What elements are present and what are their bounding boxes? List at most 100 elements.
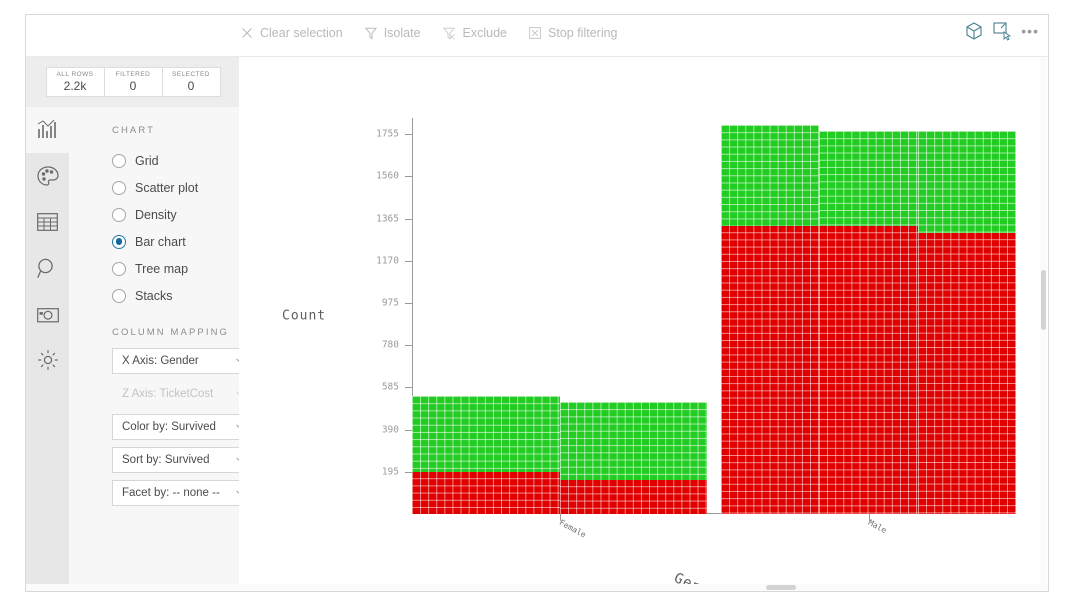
bar-segment-not-survived[interactable] bbox=[559, 480, 707, 514]
y-axis-tick bbox=[405, 471, 412, 473]
clear-selection-button[interactable]: Clear selection bbox=[241, 26, 343, 40]
rail-item-camera[interactable] bbox=[26, 291, 69, 337]
chart-option-stacks-label: Stacks bbox=[135, 288, 173, 303]
dropdown-facet-by-label: Facet by: -- none -- bbox=[122, 487, 220, 499]
bar-segment-survived[interactable] bbox=[559, 401, 707, 481]
rail-item-table[interactable] bbox=[26, 199, 69, 245]
bar-segment-group[interactable] bbox=[819, 131, 918, 514]
export-snapshot-icon[interactable] bbox=[993, 21, 1013, 45]
chart-icon bbox=[37, 120, 59, 140]
panel-body: CHART Grid Scatter plot Density Bar char… bbox=[69, 107, 253, 591]
stop-filter-icon bbox=[529, 27, 541, 39]
dropdown-facet-by[interactable]: Facet by: -- none -- bbox=[112, 480, 253, 506]
y-axis-tick bbox=[405, 260, 412, 262]
stat-selected-value: 0 bbox=[187, 79, 195, 93]
bar-segment-group[interactable] bbox=[721, 124, 820, 514]
radio-density[interactable] bbox=[112, 207, 126, 222]
chart-area: Count Gender 195 390 585 780 975 1170 1365 1560… bbox=[239, 57, 1048, 591]
chart-option-stacks[interactable]: Stacks bbox=[69, 282, 239, 309]
stat-filtered: FILTERED 0 bbox=[103, 67, 163, 97]
chart-option-tree-map-label: Tree map bbox=[135, 261, 189, 276]
bar-segment-survived[interactable] bbox=[819, 131, 918, 227]
y-axis-tick-label: 975 bbox=[381, 297, 399, 309]
column-mapping-heading: COLUMN MAPPING bbox=[112, 327, 230, 338]
chart-option-bar-chart-label: Bar chart bbox=[135, 234, 186, 249]
dropdown-z-axis: Z Axis: TicketCost bbox=[112, 381, 253, 407]
y-axis-tick bbox=[405, 429, 412, 431]
radio-grid[interactable] bbox=[112, 153, 126, 168]
chart-option-grid[interactable]: Grid bbox=[69, 147, 239, 174]
radio-tree-map[interactable] bbox=[112, 261, 126, 276]
horizontal-scrollbar-thumb[interactable] bbox=[766, 585, 796, 590]
bar-segment-not-survived[interactable] bbox=[721, 226, 820, 514]
y-axis-tick-label: 1170 bbox=[376, 255, 399, 267]
y-axis-tick-label: 390 bbox=[381, 424, 399, 436]
y-axis-tick-label: 1365 bbox=[376, 213, 399, 225]
isolate-label: Isolate bbox=[383, 26, 421, 40]
vertical-scrollbar-thumb[interactable] bbox=[1041, 270, 1046, 330]
exclude-button[interactable]: Exclude bbox=[442, 26, 508, 40]
y-axis-tick-label: 1560 bbox=[376, 170, 399, 182]
bar-segment-group[interactable] bbox=[917, 131, 1016, 514]
chart-option-tree-map[interactable]: Tree map bbox=[69, 255, 239, 282]
dropdown-color-by[interactable]: Color by: Survived bbox=[112, 414, 253, 440]
chart-option-grid-label: Grid bbox=[135, 153, 159, 168]
funnel-icon bbox=[364, 27, 377, 40]
y-axis-tick bbox=[405, 345, 412, 347]
bar-segment-group[interactable] bbox=[412, 396, 560, 514]
palette-icon bbox=[36, 165, 59, 187]
stat-filtered-label: FILTERED bbox=[115, 71, 151, 78]
rail-item-palette[interactable] bbox=[26, 153, 69, 199]
bar-segment-group[interactable] bbox=[559, 401, 707, 514]
bar-segment-survived[interactable] bbox=[412, 396, 560, 472]
dropdown-x-axis-label: X Axis: Gender bbox=[122, 355, 199, 367]
y-axis-title: Count bbox=[282, 308, 327, 324]
rail-item-chart[interactable] bbox=[26, 107, 69, 153]
x-axis-tick-label: Female bbox=[557, 518, 588, 540]
bar-segment-not-survived[interactable] bbox=[412, 471, 560, 514]
x-axis-tick-label: Male bbox=[866, 518, 888, 535]
bar-segment-survived[interactable] bbox=[917, 131, 1016, 233]
radio-scatter-plot[interactable] bbox=[112, 180, 126, 195]
rail-item-search[interactable] bbox=[26, 245, 69, 291]
y-axis-tick-label: 585 bbox=[381, 381, 399, 393]
isolate-button[interactable]: Isolate bbox=[364, 26, 421, 40]
radio-stacks[interactable] bbox=[112, 288, 126, 303]
close-x-icon bbox=[241, 27, 253, 39]
rail-item-settings[interactable] bbox=[26, 337, 69, 383]
bar-chart-plot[interactable]: Count Gender 195 390 585 780 975 1170 1365 1560… bbox=[282, 118, 1016, 591]
toolbar-right-group: ••• bbox=[965, 21, 1039, 45]
chart-option-bar-chart[interactable]: Bar chart bbox=[69, 228, 239, 255]
clear-selection-label: Clear selection bbox=[260, 26, 343, 40]
dropdown-sort-by-label: Sort by: Survived bbox=[122, 454, 210, 466]
radio-bar-chart[interactable] bbox=[112, 234, 126, 249]
dropdown-color-by-label: Color by: Survived bbox=[122, 421, 216, 433]
stat-selected: SELECTED 0 bbox=[161, 67, 221, 97]
chart-option-density-label: Density bbox=[135, 207, 177, 222]
horizontal-scrollbar[interactable] bbox=[26, 584, 1048, 591]
y-axis-tick-label: 195 bbox=[381, 466, 399, 478]
chart-option-scatter-plot[interactable]: Scatter plot bbox=[69, 174, 239, 201]
dropdown-x-axis[interactable]: X Axis: Gender bbox=[112, 348, 253, 374]
search-icon bbox=[37, 258, 58, 279]
y-axis-tick bbox=[405, 387, 412, 389]
bar-segment-not-survived[interactable] bbox=[819, 226, 918, 514]
bar-segment-not-survived[interactable] bbox=[917, 232, 1016, 514]
stop-filtering-label: Stop filtering bbox=[548, 26, 618, 40]
y-axis-tick bbox=[405, 303, 412, 305]
exclude-label: Exclude bbox=[462, 26, 508, 40]
icon-rail bbox=[26, 107, 69, 591]
dropdown-sort-by[interactable]: Sort by: Survived bbox=[112, 447, 253, 473]
stats-bar: ALL ROWS 2.2k FILTERED 0 SELECTED 0 bbox=[26, 57, 239, 107]
bar-segment-survived[interactable] bbox=[721, 124, 820, 227]
stat-filtered-value: 0 bbox=[129, 79, 137, 93]
stop-filtering-button[interactable]: Stop filtering bbox=[529, 26, 618, 40]
y-axis-tick-label: 780 bbox=[381, 339, 399, 351]
chart-option-density[interactable]: Density bbox=[69, 201, 239, 228]
vertical-scrollbar[interactable] bbox=[1040, 58, 1047, 591]
stat-selected-label: SELECTED bbox=[172, 71, 210, 78]
cube-3d-icon[interactable] bbox=[965, 21, 985, 45]
y-axis-tick bbox=[405, 134, 412, 136]
top-toolbar: Clear selection Isolate Exclude Stop fil… bbox=[26, 15, 1048, 57]
overflow-menu-button[interactable]: ••• bbox=[1021, 21, 1039, 39]
